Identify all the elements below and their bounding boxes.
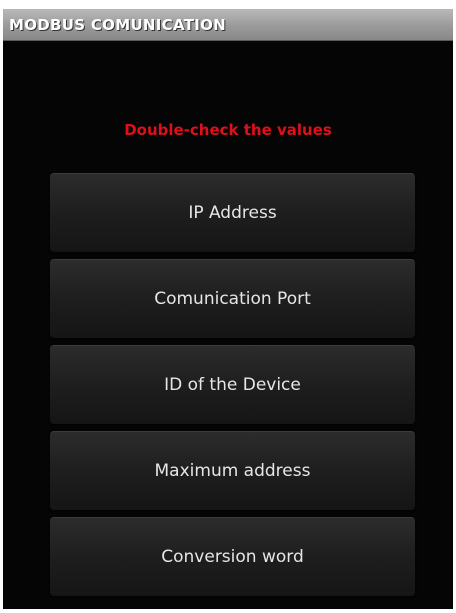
warning-message: Double-check the values: [124, 121, 332, 139]
maximum-address-button[interactable]: Maximum address: [50, 431, 415, 510]
title-bar: MODBUS COMUNICATION: [3, 9, 453, 41]
button-label: IP Address: [188, 203, 277, 223]
device-id-button[interactable]: ID of the Device: [50, 345, 415, 424]
button-label: Conversion word: [161, 547, 304, 567]
ip-address-button[interactable]: IP Address: [50, 173, 415, 252]
window-title: MODBUS COMUNICATION: [9, 16, 227, 34]
app-screen: MODBUS COMUNICATION Double-check the val…: [3, 9, 453, 609]
button-label: Comunication Port: [154, 289, 311, 309]
button-label: Maximum address: [154, 461, 311, 481]
conversion-word-button[interactable]: Conversion word: [50, 517, 415, 596]
communication-port-button[interactable]: Comunication Port: [50, 259, 415, 338]
button-label: ID of the Device: [164, 375, 301, 395]
